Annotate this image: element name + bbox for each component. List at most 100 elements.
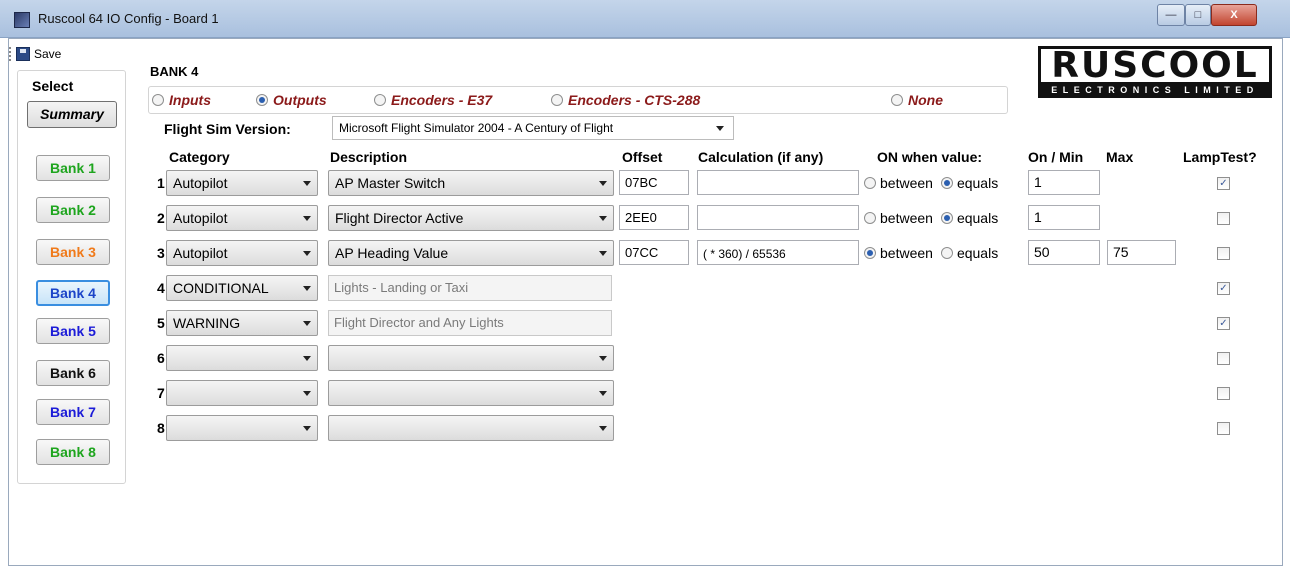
- lamptest-checkbox[interactable]: [1217, 247, 1230, 260]
- calculation-field[interactable]: [697, 170, 859, 195]
- category-value: CONDITIONAL: [173, 280, 269, 296]
- on-when-radio-group: between equals: [864, 175, 998, 191]
- header-on-when: ON when value:: [877, 149, 983, 165]
- toolbar-grip[interactable]: [9, 47, 12, 61]
- header-description: Description: [330, 149, 408, 165]
- description-value: Flight Director Active: [335, 210, 464, 226]
- description-select[interactable]: [328, 415, 614, 441]
- bank-6-button[interactable]: Bank 6: [36, 360, 110, 386]
- mode-option-encoders-cts-288[interactable]: Encoders - CTS-288: [551, 92, 700, 108]
- description-value: AP Heading Value: [335, 245, 449, 261]
- bank-4-button[interactable]: Bank 4: [36, 280, 110, 306]
- row-number: 6: [157, 350, 165, 366]
- radio-button[interactable]: [374, 94, 386, 106]
- offset-field[interactable]: 07BC: [619, 170, 689, 195]
- radio-button[interactable]: [551, 94, 563, 106]
- calculation-field[interactable]: ( * 360) / 65536: [697, 240, 859, 265]
- between-label: between: [880, 175, 933, 191]
- bank-7-button[interactable]: Bank 7: [36, 399, 110, 425]
- category-select[interactable]: Autopilot: [166, 170, 318, 196]
- equals-radio[interactable]: [940, 177, 953, 189]
- chevron-down-icon: [716, 126, 724, 131]
- description-select[interactable]: AP Heading Value: [328, 240, 614, 266]
- bank-8-button[interactable]: Bank 8: [36, 439, 110, 465]
- flight-sim-version-value: Microsoft Flight Simulator 2004 - A Cent…: [339, 121, 614, 135]
- equals-label: equals: [956, 175, 999, 191]
- category-value: Autopilot: [173, 210, 228, 226]
- category-value: WARNING: [173, 315, 241, 331]
- logo-sub-text: ELECTRONICS LIMITED: [1038, 82, 1272, 98]
- chevron-down-icon: [599, 391, 607, 396]
- logo-main-text: RUSCOOL: [1038, 46, 1272, 84]
- bank-1-button[interactable]: Bank 1: [36, 155, 110, 181]
- between-radio[interactable]: [864, 177, 876, 189]
- max-field[interactable]: 75: [1107, 240, 1176, 265]
- category-select[interactable]: [166, 345, 318, 371]
- between-radio[interactable]: [864, 212, 876, 224]
- category-select[interactable]: CONDITIONAL: [166, 275, 318, 301]
- lamptest-checkbox[interactable]: ✓: [1217, 177, 1230, 190]
- equals-radio[interactable]: [940, 247, 953, 259]
- on-min-field[interactable]: 1: [1028, 205, 1100, 230]
- mode-label: Encoders - E37: [391, 92, 493, 108]
- description-select[interactable]: Flight Director Active: [328, 205, 614, 231]
- mode-option-none[interactable]: None: [891, 92, 943, 108]
- flight-sim-version-select[interactable]: Microsoft Flight Simulator 2004 - A Cent…: [332, 116, 734, 140]
- equals-radio[interactable]: [940, 212, 953, 224]
- category-select[interactable]: Autopilot: [166, 240, 318, 266]
- category-select[interactable]: Autopilot: [166, 205, 318, 231]
- chevron-down-icon: [303, 391, 311, 396]
- description-select[interactable]: AP Master Switch: [328, 170, 614, 196]
- calculation-field[interactable]: [697, 205, 859, 230]
- app-icon: [14, 12, 30, 28]
- mode-option-encoders-e37[interactable]: Encoders - E37: [374, 92, 492, 108]
- between-label: between: [880, 245, 933, 261]
- radio-button[interactable]: [256, 94, 268, 106]
- bank-5-button[interactable]: Bank 5: [36, 318, 110, 344]
- offset-field[interactable]: 07CC: [619, 240, 689, 265]
- row-number: 5: [157, 315, 165, 331]
- on-when-radio-group: between equals: [864, 245, 998, 261]
- lamptest-checkbox[interactable]: ✓: [1217, 282, 1230, 295]
- save-button[interactable]: Save: [16, 45, 61, 63]
- maximize-button[interactable]: □: [1185, 4, 1211, 26]
- chevron-down-icon: [303, 426, 311, 431]
- bank-3-button[interactable]: Bank 3: [36, 239, 110, 265]
- summary-button[interactable]: Summary: [27, 101, 117, 128]
- lamptest-checkbox[interactable]: [1217, 387, 1230, 400]
- description-select[interactable]: [328, 380, 614, 406]
- equals-label: equals: [956, 245, 999, 261]
- category-select[interactable]: [166, 380, 318, 406]
- on-min-field[interactable]: 1: [1028, 170, 1100, 195]
- lamptest-checkbox[interactable]: [1217, 422, 1230, 435]
- offset-field[interactable]: 2EE0: [619, 205, 689, 230]
- chevron-down-icon: [303, 181, 311, 186]
- category-select[interactable]: WARNING: [166, 310, 318, 336]
- chevron-down-icon: [303, 251, 311, 256]
- save-icon: [16, 47, 30, 61]
- description-value: AP Master Switch: [335, 175, 446, 191]
- on-when-radio-group: between equals: [864, 210, 998, 226]
- category-select[interactable]: [166, 415, 318, 441]
- header-calculation: Calculation (if any): [698, 149, 824, 165]
- minimize-button[interactable]: —: [1157, 4, 1185, 26]
- lamptest-checkbox[interactable]: [1217, 212, 1230, 225]
- close-button[interactable]: X: [1211, 4, 1257, 26]
- lamptest-checkbox[interactable]: ✓: [1217, 317, 1230, 330]
- chevron-down-icon: [303, 216, 311, 221]
- mode-option-outputs[interactable]: Outputs: [256, 92, 327, 108]
- mode-option-inputs[interactable]: Inputs: [152, 92, 211, 108]
- description-field: Lights - Landing or Taxi: [328, 275, 612, 301]
- lamptest-checkbox[interactable]: [1217, 352, 1230, 365]
- mode-label: None: [908, 92, 943, 108]
- on-min-field[interactable]: 50: [1028, 240, 1100, 265]
- ruscool-logo: RUSCOOL ELECTRONICS LIMITED: [1038, 46, 1272, 98]
- bank-2-button[interactable]: Bank 2: [36, 197, 110, 223]
- chevron-down-icon: [599, 356, 607, 361]
- header-max: Max: [1106, 149, 1134, 165]
- select-label: Select: [32, 78, 74, 94]
- radio-button[interactable]: [152, 94, 164, 106]
- between-radio[interactable]: [864, 247, 876, 259]
- description-select[interactable]: [328, 345, 614, 371]
- radio-button[interactable]: [891, 94, 903, 106]
